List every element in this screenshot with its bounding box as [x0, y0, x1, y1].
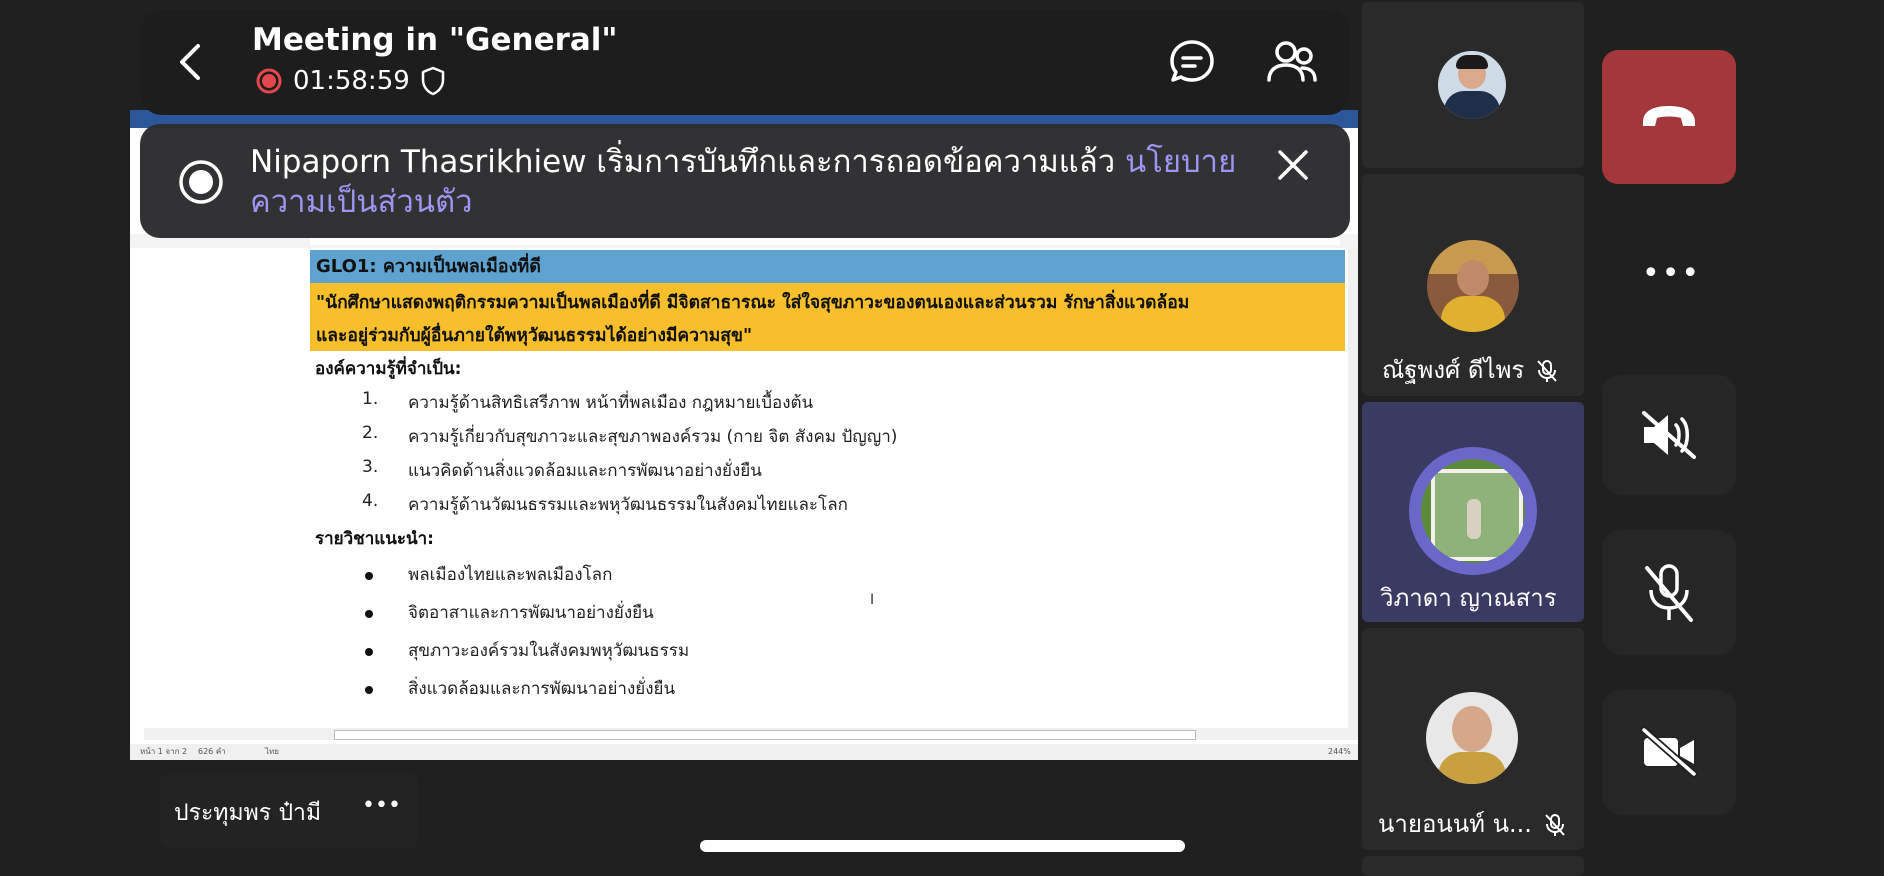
list-item: แนวคิดด้านสิ่งแวดล้อมและการพัฒนาอย่างยั่…: [408, 461, 762, 481]
list-number: 2.: [362, 423, 379, 443]
status-words: 626 คำ: [198, 747, 226, 756]
speaker-toggle-button[interactable]: [1602, 375, 1736, 495]
meeting-timer: 01:58:59: [293, 66, 410, 96]
avatar: [1426, 692, 1518, 784]
mic-off-icon: [1645, 564, 1693, 622]
chevron-left-icon: [180, 44, 200, 80]
recording-icon: [256, 68, 282, 94]
status-zoom: 244%: [1328, 747, 1351, 756]
list-number: 4.: [362, 491, 379, 511]
hang-up-button[interactable]: [1602, 50, 1736, 184]
close-icon: [1278, 150, 1308, 180]
quote-line-2: และอยู่ร่วมกับผู้อื่นภายใต้พหุวัฒนธรรมได…: [316, 326, 753, 346]
speaker-off-icon: [1642, 411, 1696, 459]
mic-off-icon: [1537, 360, 1557, 382]
bullet-icon: [365, 610, 373, 618]
more-options-button[interactable]: •••: [1642, 256, 1701, 291]
recording-banner: Nipaporn Thasrikhiew เริ่มการบันทึกและกา…: [140, 124, 1350, 238]
participant-tile[interactable]: นายอนนท์ น...: [1362, 628, 1584, 850]
word-statusbar: หน้า 1 จาก 2 626 คำ ไทย 244%: [130, 744, 1358, 760]
participant-tile[interactable]: ณัฐพงศ์ ดีไพร: [1362, 174, 1584, 396]
banner-text: Nipaporn Thasrikhiew เริ่มการบันทึกและกา…: [250, 144, 1125, 180]
list-item: สิ่งแวดล้อมและการพัฒนาอย่างยั่งยืน: [408, 679, 676, 699]
list-item: ความรู้ด้านวัฒนธรรมและพหุวัฒนธรรมในสังคม…: [408, 495, 848, 515]
meeting-header: Meeting in "General" 01:58:59: [140, 10, 1350, 115]
bullet-icon: [365, 686, 373, 694]
participant-name: นายอนนท์ น...: [1378, 804, 1566, 843]
close-banner-button[interactable]: [1276, 148, 1310, 186]
list-item: พลเมืองไทยและพลเมืองโลก: [408, 565, 613, 585]
quote-line-1: "นักศึกษาแสดงพฤติกรรมความเป็นพลเมืองที่ด…: [316, 293, 1190, 313]
chat-icon: [1170, 40, 1214, 82]
chat-button[interactable]: [1168, 38, 1216, 90]
glo-quote: "นักศึกษาแสดงพฤติกรรมความเป็นพลเมืองที่ด…: [310, 283, 1345, 351]
camera-off-icon: [1640, 726, 1698, 778]
status-page: หน้า 1 จาก 2: [140, 747, 188, 756]
meeting-title: Meeting in "General": [252, 22, 618, 58]
participants-icon: [1267, 41, 1317, 82]
courses-heading: รายวิชาแนะนำ:: [315, 529, 434, 549]
text-cursor-icon: I: [870, 592, 875, 608]
avatar: [1438, 51, 1506, 119]
participant-name: ณัฐพงศ์ ดีไพร: [1382, 350, 1558, 389]
shield-icon[interactable]: [420, 66, 446, 100]
bullet-icon: [365, 648, 373, 656]
status-language: ไทย: [265, 747, 279, 756]
avatar: [1427, 240, 1519, 332]
participants-button[interactable]: [1266, 40, 1318, 88]
horizontal-scrollbar: [144, 728, 1358, 740]
camera-toggle-button[interactable]: [1602, 690, 1736, 815]
presenter-more-button[interactable]: •••: [362, 793, 401, 818]
list-item: ความรู้ด้านสิทธิเสรีภาพ หน้าที่พลเมือง ก…: [408, 393, 814, 413]
presenter-name: ประทุมพร ป๋ามี: [174, 800, 322, 826]
list-item: จิตอาสาและการพัฒนาอย่างยั่งยืน: [408, 603, 654, 623]
participant-name: วิภาดา ญาณสาร: [1380, 584, 1557, 612]
list-number: 3.: [362, 457, 379, 477]
participant-tile[interactable]: [1362, 2, 1584, 168]
vertical-scrollbar: [1348, 248, 1358, 730]
hang-up-icon: [1643, 106, 1695, 126]
participant-tile-active[interactable]: วิภาดา ญาณสาร: [1362, 402, 1584, 622]
list-item: สุขภาวะองค์รวมในสังคมพหุวัฒนธรรม: [408, 641, 690, 661]
back-button[interactable]: [178, 42, 202, 86]
presenter-bar[interactable]: ประทุมพร ป๋ามี •••: [160, 773, 418, 849]
mic-toggle-button[interactable]: [1602, 530, 1736, 655]
list-item: ความรู้เกี่ยวกับสุขภาวะและสุขภาพองค์รวม …: [408, 427, 898, 447]
glo-title: GLO1: ความเป็นพลเมืองที่ดี: [310, 250, 1345, 283]
knowledge-heading: องค์ความรู้ที่จำเป็น:: [315, 359, 462, 379]
mic-off-icon: [1544, 814, 1565, 836]
home-indicator[interactable]: [700, 840, 1185, 852]
record-icon: [178, 159, 224, 209]
bullet-icon: [365, 572, 373, 580]
banner-message: Nipaporn Thasrikhiew เริ่มการบันทึกและกา…: [250, 142, 1240, 222]
list-number: 1.: [362, 389, 379, 409]
avatar: [1421, 459, 1525, 563]
